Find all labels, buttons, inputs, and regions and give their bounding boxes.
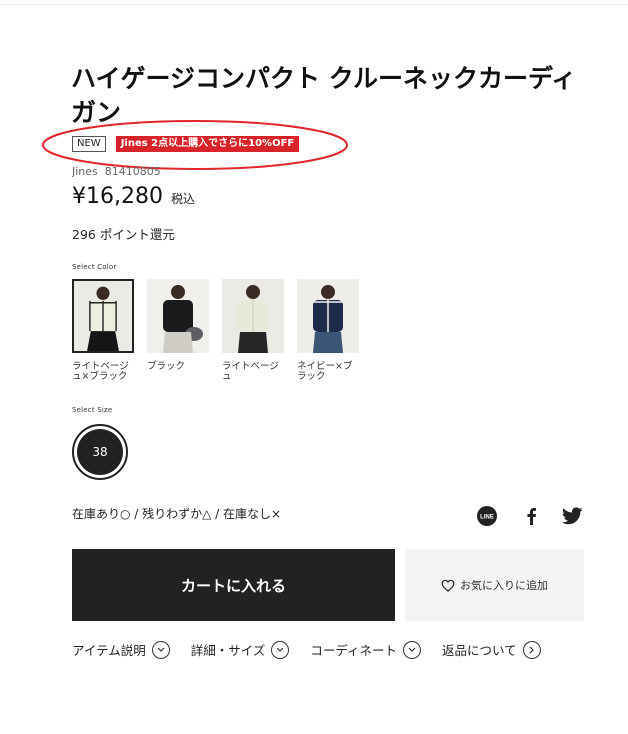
points-text: 296 ポイント還元 bbox=[72, 227, 175, 242]
product-title: ハイゲージコンパクト クルーネックカーディガン bbox=[71, 64, 577, 127]
price: ¥16,280 bbox=[72, 184, 163, 209]
color-option-3[interactable]: ライトベージュ bbox=[222, 279, 284, 382]
color-thumbnail[interactable] bbox=[72, 279, 134, 353]
size-label: 38 bbox=[77, 429, 123, 475]
link-label: 返品について bbox=[442, 643, 517, 658]
chevron-down-icon bbox=[151, 640, 170, 659]
color-swatches: ライトベージュ×ブラック ブラック ライトベージュ ネイビー×ブラック bbox=[72, 279, 359, 382]
link-label: アイテム説明 bbox=[72, 643, 146, 658]
new-badge: NEW bbox=[72, 136, 106, 152]
favorites-label: お気に入りに追加 bbox=[460, 579, 548, 592]
returns-link[interactable]: 返品について bbox=[442, 640, 541, 659]
color-label: ライトベージュ bbox=[222, 361, 279, 382]
brand-line: Jines 81410805 bbox=[72, 163, 161, 177]
promo-badge[interactable]: Jines 2点以上購入でさらに10%OFF bbox=[115, 136, 300, 152]
line-icon-text: LINE bbox=[480, 515, 494, 521]
brand-name: Jines bbox=[72, 165, 98, 177]
color-label: ライトベージュ×ブラック bbox=[72, 361, 129, 382]
line-icon: LINE bbox=[477, 506, 497, 526]
cardigan-photo bbox=[297, 279, 359, 353]
size-select-label: Select Size bbox=[72, 406, 113, 414]
twitter-share-button[interactable] bbox=[561, 505, 583, 527]
link-label: 詳細・サイズ bbox=[190, 643, 266, 658]
chevron-down-icon bbox=[403, 640, 422, 659]
top-divider bbox=[0, 4, 628, 5]
twitter-icon bbox=[561, 507, 583, 525]
details-size-link[interactable]: 詳細・サイズ bbox=[191, 640, 290, 659]
chevron-right-icon bbox=[522, 640, 541, 659]
color-option-1[interactable]: ライトベージュ×ブラック bbox=[72, 279, 134, 382]
link-label: コーディネート bbox=[310, 643, 398, 658]
add-to-cart-button[interactable]: カートに入れる bbox=[72, 549, 395, 621]
chevron-down-icon bbox=[271, 640, 290, 659]
cardigan-photo bbox=[222, 279, 284, 353]
line-share-button[interactable]: LINE bbox=[476, 505, 498, 527]
color-thumbnail[interactable] bbox=[297, 279, 359, 353]
facebook-icon bbox=[527, 508, 536, 525]
color-label: ブラック bbox=[147, 361, 186, 372]
coordinate-link[interactable]: コーディネート bbox=[310, 640, 422, 659]
color-option-2[interactable]: ブラック bbox=[147, 279, 209, 382]
color-thumbnail[interactable] bbox=[147, 279, 209, 353]
badge-row: NEW Jines 2点以上購入でさらに10%OFF bbox=[72, 136, 300, 152]
color-select-label: Select Color bbox=[72, 263, 117, 271]
cardigan-photo bbox=[147, 279, 209, 353]
color-thumbnail[interactable] bbox=[222, 279, 284, 353]
product-code: 81410805 bbox=[104, 165, 161, 177]
price-row: ¥16,280 税込 bbox=[72, 184, 195, 209]
facebook-share-button[interactable] bbox=[520, 505, 542, 527]
size-option-38[interactable]: 38 bbox=[72, 424, 128, 480]
item-description-link[interactable]: アイテム説明 bbox=[72, 640, 170, 659]
add-to-favorites-button[interactable]: お気に入りに追加 bbox=[405, 549, 584, 621]
color-label: ネイビー×ブラック bbox=[297, 361, 353, 382]
color-option-4[interactable]: ネイビー×ブラック bbox=[297, 279, 359, 382]
stock-legend: 在庫あり○ / 残りわずか△ / 在庫なし× bbox=[72, 507, 282, 521]
cardigan-photo bbox=[74, 281, 132, 351]
detail-links: アイテム説明 詳細・サイズ コーディネート 返品について bbox=[72, 640, 541, 659]
tax-label: 税込 bbox=[170, 192, 195, 206]
heart-icon bbox=[441, 579, 455, 592]
